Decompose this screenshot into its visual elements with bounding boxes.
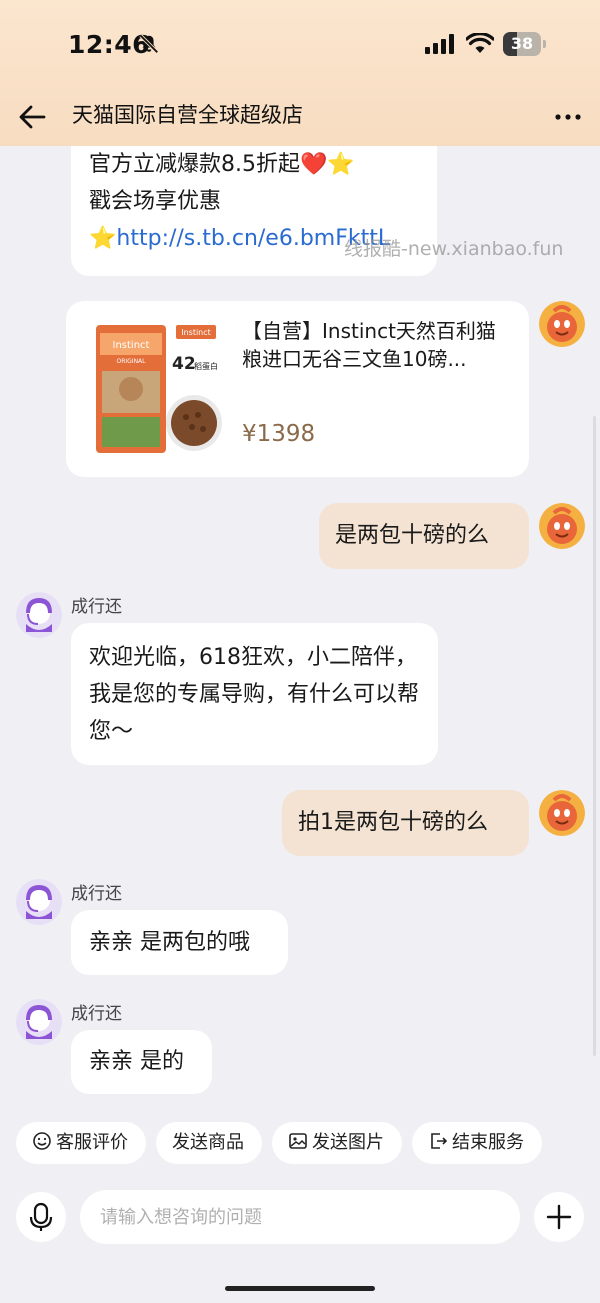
user-message: 是两包十磅的么: [319, 503, 529, 569]
user-message-text: 是两包十磅的么: [335, 523, 490, 548]
agent-avatar[interactable]: [16, 879, 62, 925]
chip-label: 结束服务: [452, 1132, 524, 1153]
agent-message-text: 欢迎光临，618狂欢，小二陪伴，我是您的专属导购，有什么可以帮您～: [89, 645, 420, 744]
signal-icon: [425, 34, 454, 54]
product-image-badge: 稻蛋白: [194, 361, 218, 371]
exit-icon: [431, 1133, 448, 1149]
user-message: 拍1是两包十磅的么: [282, 790, 529, 856]
user-avatar[interactable]: [539, 503, 585, 549]
promo-line-2: 戳会场享优惠: [89, 189, 222, 214]
chip-label: 客服评价: [56, 1132, 128, 1153]
product-image: Instinct ORIGINAL Instinct 42 稻蛋白: [88, 319, 226, 459]
send-product-button[interactable]: 发送商品: [156, 1122, 262, 1164]
microphone-icon: [29, 1202, 53, 1231]
agent-message-text: 亲亲 是的: [89, 1049, 184, 1074]
smile-icon: [33, 1132, 51, 1150]
product-price: ¥1398: [242, 421, 316, 447]
product-image-badge-brand: Instinct: [181, 328, 211, 337]
product-image-number: 42: [172, 354, 196, 374]
agent-name: 成行还: [71, 1004, 122, 1024]
status-bar: 12:46 38: [0, 0, 600, 88]
product-title: 【自营】Instinct天然百利猫粮进口无谷三文鱼10磅...: [242, 319, 496, 371]
end-service-button[interactable]: 结束服务: [412, 1122, 542, 1164]
message-input[interactable]: [80, 1190, 520, 1244]
agent-message: 亲亲 是两包的哦: [71, 910, 288, 975]
agent-name: 成行还: [71, 597, 122, 617]
chip-label: 发送图片: [312, 1132, 384, 1153]
nav-bar: 天猫国际自营全球超级店: [0, 88, 600, 144]
agent-message: 欢迎光临，618狂欢，小二陪伴，我是您的专属导购，有什么可以帮您～: [71, 623, 438, 765]
star-emoji: ⭐: [89, 226, 117, 251]
shop-title: 天猫国际自营全球超级店: [72, 103, 303, 127]
product-card[interactable]: Instinct ORIGINAL Instinct 42 稻蛋白 【自营】In…: [66, 301, 529, 477]
watermark: 线报酷-new.xianbao.fun: [344, 238, 564, 260]
user-message-text: 拍1是两包十磅的么: [298, 810, 488, 835]
agent-message-text: 亲亲 是两包的哦: [89, 930, 250, 955]
agent-avatar[interactable]: [16, 592, 62, 638]
quick-actions-bar: 客服评价 发送商品 发送图片 结束服务: [0, 1118, 600, 1168]
send-image-button[interactable]: 发送图片: [272, 1122, 402, 1164]
battery-icon: 38: [503, 32, 547, 56]
user-avatar[interactable]: [539, 790, 585, 836]
agent-name: 成行还: [71, 884, 122, 904]
product-image-sub: ORIGINAL: [116, 358, 146, 365]
bell-muted-icon: [139, 34, 159, 54]
image-icon: [289, 1133, 307, 1149]
home-indicator: [225, 1286, 375, 1291]
promo-line-1: 官方立减爆款8.5折起❤️⭐: [89, 152, 355, 177]
header: 12:46 38 天猫国际自营全球超级店: [0, 0, 600, 146]
plus-icon: [546, 1204, 572, 1230]
more-icon[interactable]: [548, 100, 588, 134]
product-image-brand: Instinct: [113, 340, 150, 351]
wifi-icon: [466, 33, 494, 53]
more-actions-button[interactable]: [534, 1192, 584, 1242]
chat-area[interactable]: 官方立减爆款8.5折起❤️⭐ 戳会场享优惠 ⭐http://s.tb.cn/e6…: [0, 146, 600, 1112]
chip-label: 发送商品: [172, 1132, 244, 1153]
chat-scrollbar[interactable]: [593, 416, 596, 1056]
back-arrow-icon[interactable]: [16, 100, 50, 134]
agent-message: 亲亲 是的: [71, 1030, 212, 1094]
voice-button[interactable]: [16, 1192, 66, 1242]
battery-tip: [543, 40, 546, 48]
battery-level: 38: [510, 34, 534, 53]
user-avatar[interactable]: [539, 301, 585, 347]
input-bar: [0, 1185, 600, 1245]
agent-avatar[interactable]: [16, 999, 62, 1045]
service-rating-button[interactable]: 客服评价: [16, 1122, 146, 1164]
